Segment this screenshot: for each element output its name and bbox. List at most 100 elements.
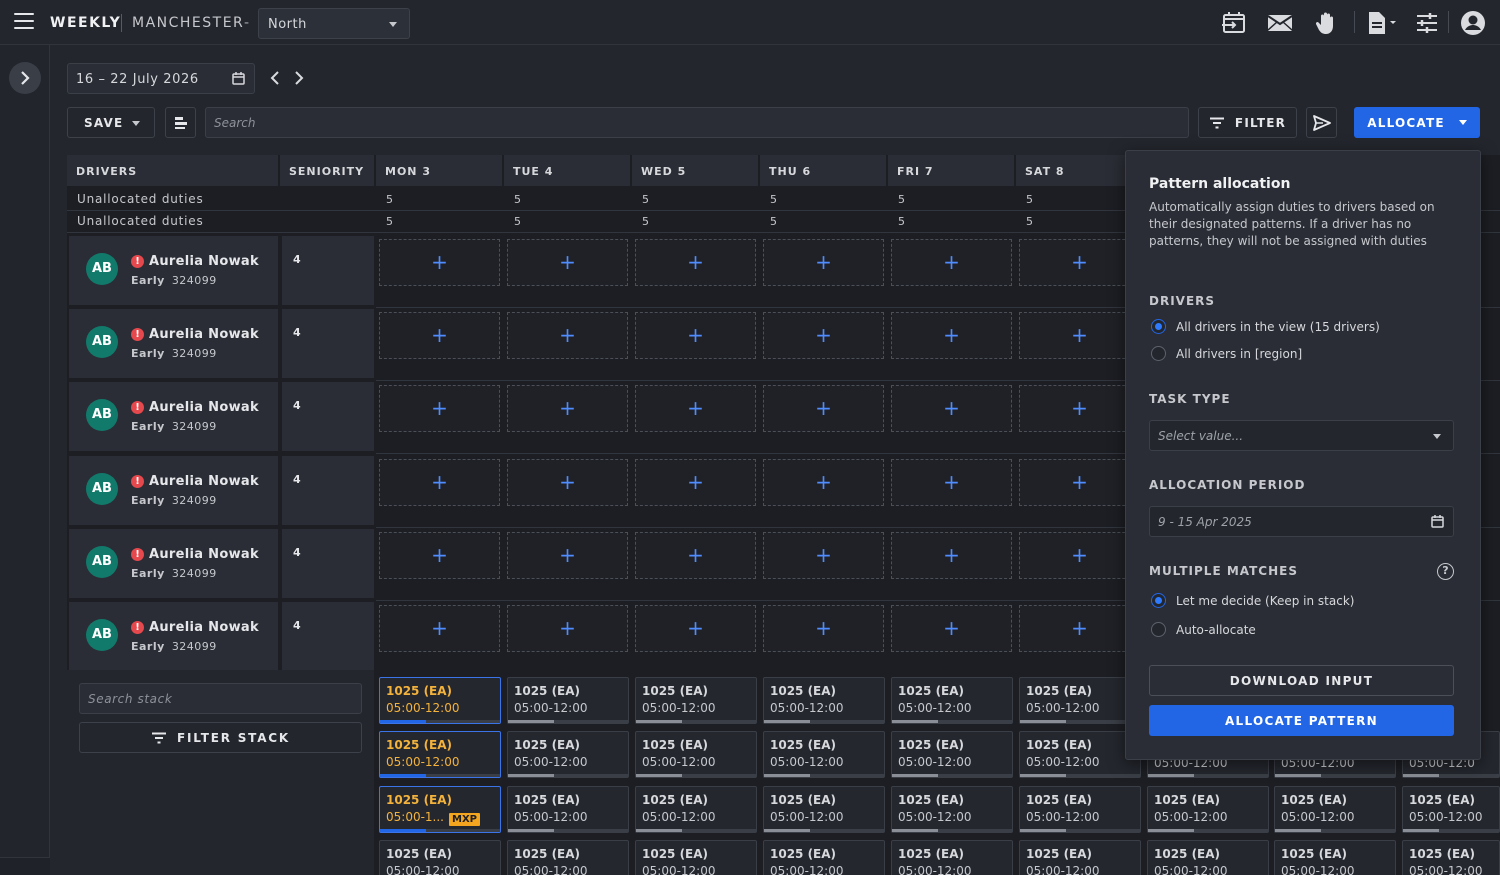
add-duty-slot[interactable]: +	[379, 312, 500, 359]
next-week-button[interactable]	[292, 70, 306, 86]
multiple-radio-auto[interactable]	[1151, 622, 1166, 637]
add-duty-slot[interactable]: +	[507, 605, 628, 652]
column-header-day[interactable]: TUE 4	[504, 155, 630, 186]
hamburger-icon[interactable]	[14, 13, 34, 31]
duty-card[interactable]: 1025 (EA) 05:00-12:00	[763, 840, 885, 875]
add-duty-slot[interactable]: +	[1019, 239, 1140, 286]
duty-card[interactable]: 1025 (EA) 05:00-12:00	[507, 731, 629, 778]
add-duty-slot[interactable]: +	[763, 385, 884, 432]
prev-week-button[interactable]	[268, 70, 282, 86]
driver-cell[interactable]: AB ! Aurelia Nowak Early 324099	[69, 382, 278, 451]
driver-cell[interactable]: AB ! Aurelia Nowak Early 324099	[69, 236, 278, 305]
duty-card[interactable]: 1025 (EA) 05:00-12:00	[891, 731, 1013, 778]
search-input[interactable]: Search	[205, 107, 1189, 138]
driver-cell[interactable]: AB ! Aurelia Nowak Early 324099	[69, 456, 278, 525]
expand-sidebar-button[interactable]	[9, 62, 41, 94]
duty-card[interactable]: 1025 (EA) 05:00-12:00	[379, 840, 501, 875]
add-duty-slot[interactable]: +	[507, 532, 628, 579]
driver-cell[interactable]: AB ! Aurelia Nowak Early 324099	[69, 529, 278, 598]
filter-button[interactable]: FILTER	[1198, 107, 1297, 138]
duty-card[interactable]: 1025 (EA) 05:00-12:00	[763, 731, 885, 778]
duty-card[interactable]: 1025 (EA) 05:00-12:00	[763, 786, 885, 833]
driver-cell[interactable]: AB ! Aurelia Nowak Early 324099	[69, 309, 278, 378]
duty-card[interactable]: 1025 (EA) 05:00-12:00	[379, 677, 501, 724]
duty-card[interactable]: 1025 (EA) 05:00-12:00	[891, 840, 1013, 875]
duty-card[interactable]: 1025 (EA) 05:00-12:00	[635, 677, 757, 724]
duty-card[interactable]: 1025 (EA) 05:00-12:00	[1274, 786, 1396, 833]
send-button[interactable]	[1306, 107, 1337, 138]
add-duty-slot[interactable]: +	[379, 532, 500, 579]
add-duty-slot[interactable]: +	[763, 605, 884, 652]
add-duty-slot[interactable]: +	[507, 239, 628, 286]
add-duty-slot[interactable]: +	[891, 459, 1012, 506]
add-duty-slot[interactable]: +	[1019, 312, 1140, 359]
column-header-day[interactable]: FRI 7	[888, 155, 1014, 186]
hand-icon[interactable]	[1313, 10, 1339, 36]
duty-card[interactable]: 1025 (EA) 05:00-12:00	[891, 786, 1013, 833]
add-duty-slot[interactable]: +	[379, 459, 500, 506]
drivers-radio-view[interactable]	[1151, 319, 1166, 334]
duty-card[interactable]: 1025 (EA) 05:00-12:00	[1019, 786, 1141, 833]
account-circle-icon[interactable]	[1460, 10, 1486, 36]
duty-card[interactable]: 1025 (EA) 05:00-12:00	[763, 677, 885, 724]
duty-card[interactable]: 1025 (EA) 05:00-12:00	[1019, 840, 1141, 875]
date-range-field[interactable]: 16 – 22 July 2026	[67, 63, 255, 94]
drivers-option-region[interactable]: All drivers in [region]	[1176, 347, 1302, 361]
region-select[interactable]: North	[258, 8, 410, 39]
duty-card[interactable]: 1025 (EA) 05:00-12:00	[379, 731, 501, 778]
save-button[interactable]: SAVE	[67, 107, 155, 138]
add-duty-slot[interactable]: +	[379, 239, 500, 286]
duty-card[interactable]: 1025 (EA) 05:00-1... MXP	[379, 786, 501, 833]
add-duty-slot[interactable]: +	[1019, 532, 1140, 579]
duty-card[interactable]: 1025 (EA) 05:00-12:00	[1147, 786, 1269, 833]
multiple-radio-decide[interactable]	[1151, 593, 1166, 608]
column-header-drivers[interactable]: DRIVERS	[67, 155, 278, 186]
add-duty-slot[interactable]: +	[891, 312, 1012, 359]
add-duty-slot[interactable]: +	[635, 312, 756, 359]
task-type-select[interactable]: Select value...	[1149, 420, 1454, 451]
multiple-option-decide[interactable]: Let me decide (Keep in stack)	[1176, 594, 1354, 608]
allocation-period-field[interactable]: 9 - 15 Apr 2025	[1149, 506, 1454, 537]
add-duty-slot[interactable]: +	[507, 312, 628, 359]
column-header-seniority[interactable]: SENIORITY	[280, 155, 374, 186]
document-icon[interactable]	[1366, 10, 1400, 36]
duty-card[interactable]: 1025 (EA) 05:00-12:00	[635, 840, 757, 875]
allocate-pattern-button[interactable]: ALLOCATE PATTERN	[1149, 705, 1454, 736]
add-duty-slot[interactable]: +	[507, 385, 628, 432]
drivers-radio-region[interactable]	[1151, 346, 1166, 361]
add-duty-slot[interactable]: +	[635, 459, 756, 506]
add-duty-slot[interactable]: +	[891, 532, 1012, 579]
add-duty-slot[interactable]: +	[891, 605, 1012, 652]
add-duty-slot[interactable]: +	[635, 239, 756, 286]
duty-card[interactable]: 1025 (EA) 05:00-12:00	[1019, 731, 1141, 778]
multiple-option-auto[interactable]: Auto-allocate	[1176, 623, 1256, 637]
add-duty-slot[interactable]: +	[1019, 605, 1140, 652]
add-duty-slot[interactable]: +	[635, 385, 756, 432]
add-duty-slot[interactable]: +	[891, 385, 1012, 432]
add-duty-slot[interactable]: +	[635, 605, 756, 652]
stack-search-input[interactable]: Search stack	[79, 683, 362, 714]
add-duty-slot[interactable]: +	[379, 605, 500, 652]
driver-cell[interactable]: AB ! Aurelia Nowak Early 324099	[69, 602, 278, 671]
download-input-button[interactable]: DOWNLOAD INPUT	[1149, 665, 1454, 696]
add-duty-slot[interactable]: +	[507, 459, 628, 506]
column-header-day[interactable]: THU 6	[760, 155, 886, 186]
add-duty-slot[interactable]: +	[635, 532, 756, 579]
duty-card[interactable]: 1025 (EA) 05:00-12:00	[1274, 840, 1396, 875]
duty-card[interactable]: 1025 (EA) 05:00-12:00	[1147, 840, 1269, 875]
duty-card[interactable]: 1025 (EA) 05:00-12:00	[891, 677, 1013, 724]
align-button[interactable]	[165, 107, 196, 138]
mail-icon[interactable]	[1267, 10, 1293, 36]
column-header-day[interactable]: MON 3	[376, 155, 502, 186]
filter-stack-button[interactable]: FILTER STACK	[79, 722, 362, 753]
add-duty-slot[interactable]: +	[763, 312, 884, 359]
add-duty-slot[interactable]: +	[763, 459, 884, 506]
duty-card[interactable]: 1025 (EA) 05:00-12:00	[635, 786, 757, 833]
add-duty-slot[interactable]: +	[763, 532, 884, 579]
drivers-option-view[interactable]: All drivers in the view (15 drivers)	[1176, 320, 1380, 334]
swap-calendar-icon[interactable]	[1221, 10, 1247, 36]
add-duty-slot[interactable]: +	[763, 239, 884, 286]
help-icon[interactable]: ?	[1437, 563, 1454, 580]
column-header-day[interactable]: WED 5	[632, 155, 758, 186]
duty-card[interactable]: 1025 (EA) 05:00-12:00	[1402, 840, 1500, 875]
